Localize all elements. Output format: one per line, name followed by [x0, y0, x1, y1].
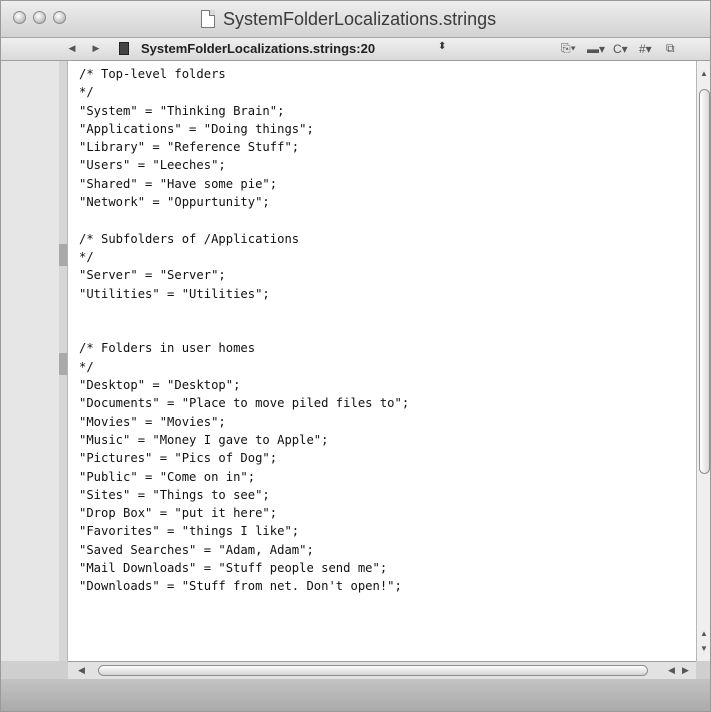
code-line: "Mail Downloads" = "Stuff people send me… — [79, 561, 388, 576]
navigation-bar: ◀ ▶ SystemFolderLocalizations.strings:20… — [1, 38, 710, 61]
editor-window: SystemFolderLocalizations.strings ◀ ▶ Sy… — [0, 0, 711, 712]
code-text: /* Top-level folders */ "System" = "Thin… — [79, 65, 409, 596]
scroll-right-icon[interactable]: ▶ — [682, 665, 689, 676]
horizontal-scroll-thumb[interactable] — [98, 665, 648, 676]
minimize-button[interactable] — [33, 11, 46, 24]
code-line: "System" = "Thinking Brain"; — [79, 103, 285, 118]
code-line: /* Subfolders of /Applications — [79, 231, 300, 246]
code-line: "Network" = "Oppurtunity"; — [79, 195, 270, 210]
window-title: SystemFolderLocalizations.strings — [223, 8, 497, 29]
class-tool-icon[interactable]: C▾ — [613, 40, 628, 57]
fold-marker[interactable] — [59, 353, 67, 375]
navigation-tool-icon[interactable]: ▬▾ — [587, 40, 605, 57]
title-bar[interactable]: SystemFolderLocalizations.strings — [1, 1, 710, 38]
code-line: "Utilities" = "Utilities"; — [79, 286, 270, 301]
file-icon — [119, 42, 129, 55]
includes-tool-icon[interactable]: #▾ — [639, 40, 652, 57]
code-line: "Drop Box" = "put it here"; — [79, 506, 278, 521]
window-bottom-bar — [1, 679, 710, 711]
close-button[interactable] — [13, 11, 26, 24]
code-line: "Desktop" = "Desktop"; — [79, 378, 241, 393]
line-gutter[interactable] — [1, 61, 68, 661]
vertical-scroll-thumb[interactable] — [699, 89, 710, 474]
code-line: "Users" = "Leeches"; — [79, 158, 226, 173]
code-line: */ — [79, 359, 94, 374]
code-line: "Public" = "Come on in"; — [79, 469, 256, 484]
code-line: */ — [79, 85, 94, 100]
code-line: "Saved Searches" = "Adam, Adam"; — [79, 542, 314, 557]
document-icon — [201, 10, 215, 28]
code-line: */ — [79, 249, 94, 264]
code-line: /* Top-level folders — [79, 67, 226, 81]
bookmarks-tool-icon[interactable]: ⎘▾ — [561, 40, 576, 57]
scroll-up-icon[interactable]: ▲ — [700, 629, 708, 638]
code-line: "Movies" = "Movies"; — [79, 414, 226, 429]
code-line: "Music" = "Money I gave to Apple"; — [79, 432, 329, 447]
back-arrow-icon[interactable]: ◀ — [63, 40, 81, 57]
horizontal-scrollbar[interactable]: ◀ ◀ ▶ — [68, 661, 696, 679]
zoom-button[interactable] — [53, 11, 66, 24]
counterparts-tool-icon[interactable]: ⧉ — [666, 40, 675, 57]
code-line: "Library" = "Reference Stuff"; — [79, 140, 300, 155]
vertical-scrollbar[interactable]: ▲ ▲ ▼ — [696, 61, 710, 661]
scroll-up-icon[interactable]: ▲ — [700, 69, 708, 78]
scroll-left-icon[interactable]: ◀ — [668, 665, 675, 676]
code-line: /* Folders in user homes — [79, 341, 256, 356]
code-line: "Sites" = "Things to see"; — [79, 487, 270, 502]
code-line: "Shared" = "Have some pie"; — [79, 176, 278, 191]
code-line: "Server" = "Server"; — [79, 268, 226, 283]
code-editor[interactable]: /* Top-level folders */ "System" = "Thin… — [68, 61, 696, 661]
forward-arrow-icon[interactable]: ▶ — [87, 40, 105, 57]
code-line: "Downloads" = "Stuff from net. Don't ope… — [79, 579, 402, 594]
code-line: "Documents" = "Place to move piled files… — [79, 396, 410, 411]
scroll-down-icon[interactable]: ▼ — [700, 644, 708, 653]
popup-arrows-icon[interactable]: ⬍ — [438, 41, 446, 52]
file-jump-popup[interactable]: SystemFolderLocalizations.strings:20 — [141, 41, 375, 56]
scroll-left-icon[interactable]: ◀ — [78, 665, 85, 676]
code-line: "Favorites" = "things I like"; — [79, 524, 300, 539]
fold-marker[interactable] — [59, 244, 67, 266]
window-title-group: SystemFolderLocalizations.strings — [201, 8, 496, 30]
code-line: "Applications" = "Doing things"; — [79, 121, 314, 136]
code-line: "Pictures" = "Pics of Dog"; — [79, 451, 278, 466]
